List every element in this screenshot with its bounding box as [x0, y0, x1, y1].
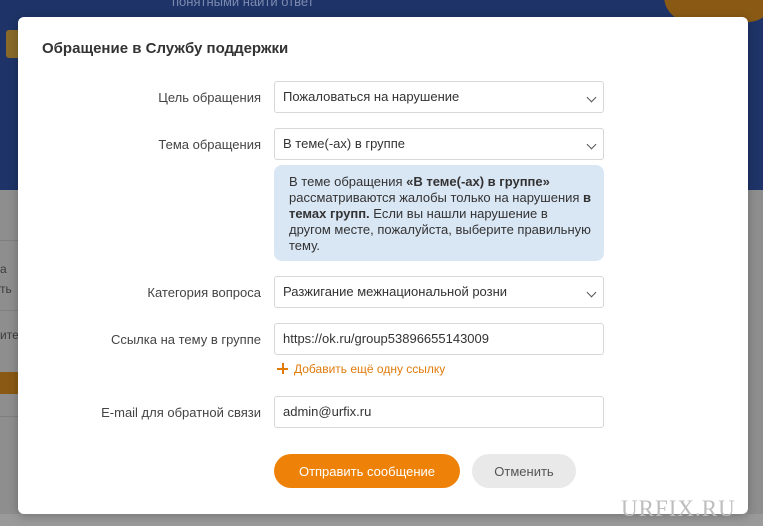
category-select-value: Разжигание межнациональной розни: [283, 284, 508, 299]
background-header-text: понятными найти ответ: [172, 0, 314, 9]
watermark: URFIX.RU: [621, 496, 736, 521]
topic-select[interactable]: В теме(-ах) в группе: [274, 128, 604, 160]
background-left-text: ть: [0, 282, 12, 296]
purpose-label: Цель обращения: [158, 90, 261, 105]
chevron-down-icon: [581, 129, 603, 159]
background-left-orange-bar: [0, 372, 20, 394]
submit-button[interactable]: Отправить сообщение: [274, 454, 460, 488]
info-bold-topic: «В теме(-ах) в группе»: [406, 174, 550, 189]
background-left-text: ите: [0, 328, 18, 342]
dialog-title: Обращение в Службу поддержки: [42, 40, 289, 57]
plus-icon: [277, 363, 288, 374]
email-input[interactable]: admin@urfix.ru: [274, 396, 604, 428]
add-link-button[interactable]: Добавить ещё одну ссылку: [277, 362, 445, 376]
background-divider: [0, 240, 20, 241]
background-right-panel: [748, 190, 763, 526]
link-label: Ссылка на тему в группе: [110, 332, 261, 347]
background-left-text: а: [0, 262, 7, 276]
email-label: E-mail для обратной связи: [101, 405, 261, 420]
link-input-value: https://ok.ru/group53896655143009: [283, 331, 490, 346]
background-divider: [0, 416, 20, 417]
category-select[interactable]: Разжигание межнациональной розни: [274, 276, 604, 308]
background-left-panel: а ть ите: [0, 190, 20, 526]
cancel-button[interactable]: Отменить: [472, 454, 576, 488]
chevron-down-icon: [581, 277, 603, 307]
add-link-label: Добавить ещё одну ссылку: [294, 362, 446, 376]
topic-info-box: В теме обращения «В теме(-ах) в группе» …: [274, 165, 604, 261]
purpose-select[interactable]: Пожаловаться на нарушение: [274, 81, 604, 113]
category-label: Категория вопроса: [147, 285, 261, 300]
group-topic-link-input[interactable]: https://ok.ru/group53896655143009: [274, 323, 604, 355]
chevron-down-icon: [581, 82, 603, 112]
info-text: рассматриваются жалобы только на нарушен…: [289, 190, 584, 205]
background-divider: [0, 310, 20, 311]
topic-select-value: В теме(-ах) в группе: [283, 136, 405, 151]
topic-label: Тема обращения: [158, 137, 261, 152]
email-input-value: admin@urfix.ru: [283, 404, 372, 419]
support-dialog: Обращение в Службу поддержки Цель обраще…: [18, 17, 748, 514]
info-text: В теме обращения: [289, 174, 407, 189]
purpose-select-value: Пожаловаться на нарушение: [283, 89, 460, 104]
